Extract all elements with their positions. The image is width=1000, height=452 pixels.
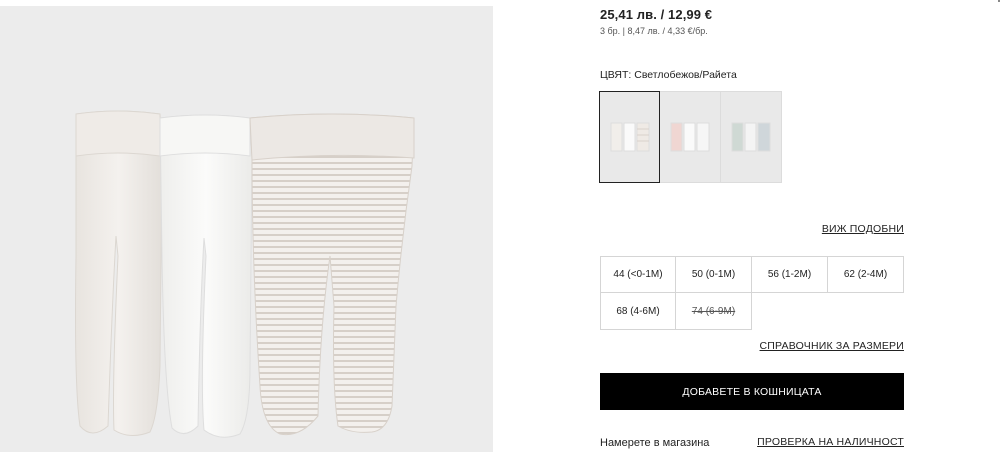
swatch-thumbnail xyxy=(731,122,771,152)
unit-price: 3 бр. | 8,47 лв. / 4,33 €/бр. xyxy=(600,26,708,36)
swatch-thumbnail xyxy=(670,122,710,152)
size-selector: 44 (<0-1M) 50 (0-1M) 56 (1-2M) 62 (2-4M)… xyxy=(600,256,904,330)
legging-white xyxy=(159,114,253,438)
view-similar-link[interactable]: ВИЖ ПОДОБНИ xyxy=(822,223,904,235)
product-price: 25,41 лв. / 12,99 € xyxy=(600,7,713,22)
size-option[interactable]: 62 (2-4M) xyxy=(827,256,904,293)
color-swatches xyxy=(599,91,782,183)
leggings-illustration xyxy=(75,110,415,438)
size-option[interactable]: 68 (4-6M) xyxy=(600,292,676,330)
swatch-pink-white[interactable] xyxy=(660,91,721,183)
size-option[interactable]: 44 (<0-1M) xyxy=(600,256,676,293)
swatch-light-beige-striped[interactable] xyxy=(599,91,660,183)
legging-striped xyxy=(249,113,415,436)
size-option[interactable]: 56 (1-2M) xyxy=(751,256,828,293)
product-image[interactable] xyxy=(0,6,493,452)
legging-beige xyxy=(75,110,163,436)
check-availability-link[interactable]: ПРОВЕРКА НА НАЛИЧНОСТ xyxy=(757,436,904,448)
swatch-thumbnail xyxy=(610,122,649,152)
add-to-cart-button[interactable]: ДОБАВЕТЕ В КОШНИЦАТА xyxy=(600,373,904,410)
find-in-store-label: Намерете в магазина xyxy=(600,437,710,449)
size-option-unavailable[interactable]: 74 (6-9M) xyxy=(675,292,752,330)
swatch-grey-green[interactable] xyxy=(721,91,782,183)
size-guide-link[interactable]: СПРАВОЧНИК ЗА РАЗМЕРИ xyxy=(760,340,904,352)
size-option[interactable]: 50 (0-1M) xyxy=(675,256,752,293)
color-label: ЦВЯТ: Светлобежов/Райета xyxy=(600,69,737,81)
